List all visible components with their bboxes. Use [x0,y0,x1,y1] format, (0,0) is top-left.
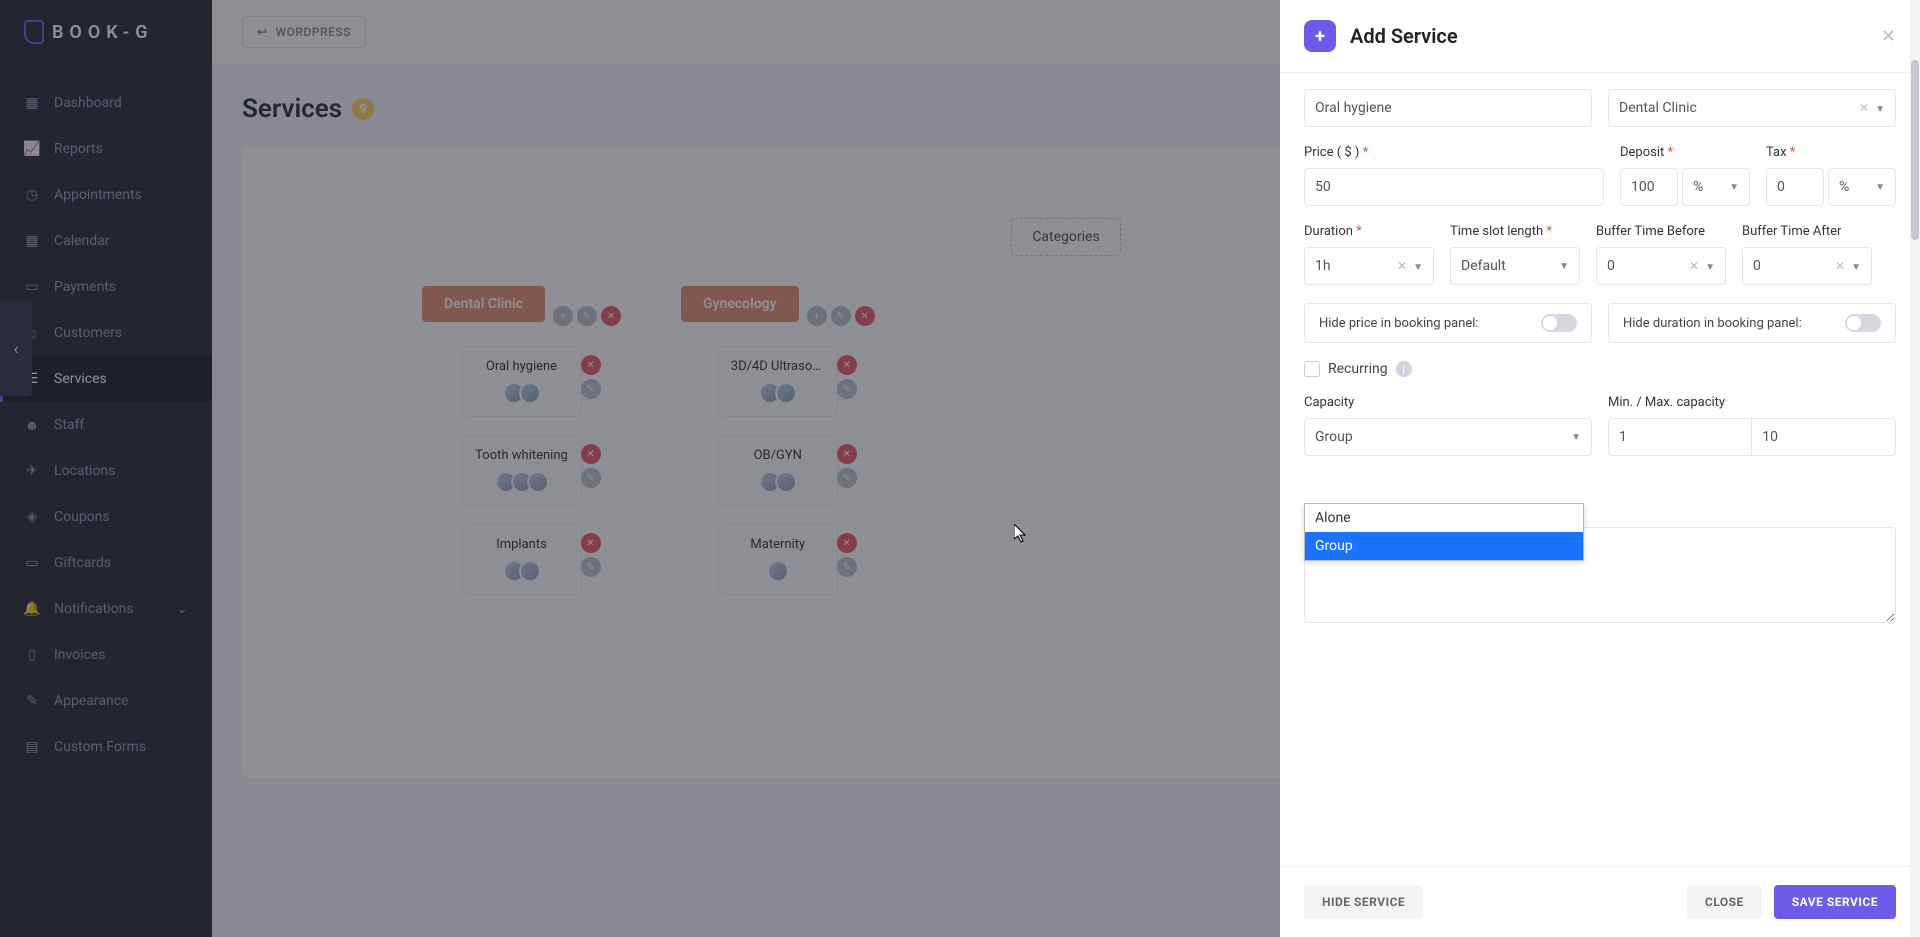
deposit-unit-select[interactable]: %▼ [1682,168,1750,206]
caret-down-icon: ▼ [1729,182,1739,193]
hide-price-toggle[interactable]: Hide price in booking panel: [1304,303,1592,343]
category-select[interactable]: Dental Clinic✕▼ [1608,89,1896,127]
tax-input[interactable]: 0 [1766,168,1824,206]
save-service-button[interactable]: SAVE SERVICE [1774,885,1896,919]
switch-icon [1845,314,1881,332]
capacity-label: Capacity [1304,395,1592,410]
panel-footer: HIDE SERVICE CLOSE SAVE SERVICE [1280,866,1920,937]
clear-icon[interactable]: ✕ [1835,259,1845,273]
hide-duration-toggle[interactable]: Hide duration in booking panel: [1608,303,1896,343]
clear-icon[interactable]: ✕ [1689,259,1699,273]
max-capacity-input[interactable]: 10 [1752,418,1896,456]
panel-body: Oral hygiene Dental Clinic✕▼ Price ( $ )… [1280,73,1920,866]
caret-down-icon: ▼ [1571,432,1581,443]
clear-icon[interactable]: ✕ [1859,101,1869,115]
tax-unit-select[interactable]: %▼ [1828,168,1896,206]
clear-icon[interactable]: ✕ [1397,259,1407,273]
tax-label: Tax * [1766,145,1896,160]
recurring-label: Recurring [1328,361,1388,377]
duration-select[interactable]: 1h✕▼ [1304,247,1434,285]
close-icon[interactable]: ✕ [1881,26,1896,47]
capacity-dropdown: Alone Group [1304,503,1584,561]
plus-icon: + [1304,20,1336,52]
caret-down-icon: ▼ [1851,262,1861,273]
slot-select[interactable]: Default▼ [1450,247,1580,285]
caret-down-icon: ▼ [1413,262,1423,273]
hide-duration-label: Hide duration in booking panel: [1623,316,1802,331]
page-scrollbar[interactable] [1910,0,1920,937]
buffer-after-label: Buffer Time After [1742,224,1872,239]
info-icon: i [1396,361,1412,377]
price-label: Price ( $ ) * [1304,145,1604,160]
add-service-panel: + Add Service ✕ Oral hygiene Dental Clin… [1280,0,1920,937]
capacity-option-alone[interactable]: Alone [1305,504,1583,532]
price-input[interactable]: 50 [1304,168,1604,206]
deposit-input[interactable]: 100 [1620,168,1678,206]
duration-label: Duration * [1304,224,1434,239]
caret-down-icon: ▼ [1559,261,1569,272]
capacity-option-group[interactable]: Group [1305,532,1583,560]
caret-down-icon: ▼ [1875,104,1885,115]
panel-title: Add Service [1350,24,1458,48]
scrollbar-thumb[interactable] [1911,60,1919,240]
deposit-label: Deposit * [1620,145,1750,160]
buffer-before-select[interactable]: 0✕▼ [1596,247,1726,285]
service-name-input[interactable]: Oral hygiene [1304,89,1592,127]
switch-icon [1541,314,1577,332]
minmax-label: Min. / Max. capacity [1608,395,1896,410]
min-capacity-input[interactable]: 1 [1608,418,1752,456]
slot-label: Time slot length * [1450,224,1580,239]
buffer-before-label: Buffer Time Before [1596,224,1726,239]
checkbox-icon [1304,361,1320,377]
hide-price-label: Hide price in booking panel: [1319,316,1479,331]
caret-down-icon: ▼ [1705,262,1715,273]
panel-header: + Add Service ✕ [1280,0,1920,73]
buffer-after-select[interactable]: 0✕▼ [1742,247,1872,285]
recurring-checkbox-row[interactable]: Recurring i [1304,361,1896,377]
capacity-select[interactable]: Group▼ [1304,418,1592,456]
hide-service-button[interactable]: HIDE SERVICE [1304,885,1423,919]
close-button[interactable]: CLOSE [1687,885,1762,919]
caret-down-icon: ▼ [1875,182,1885,193]
